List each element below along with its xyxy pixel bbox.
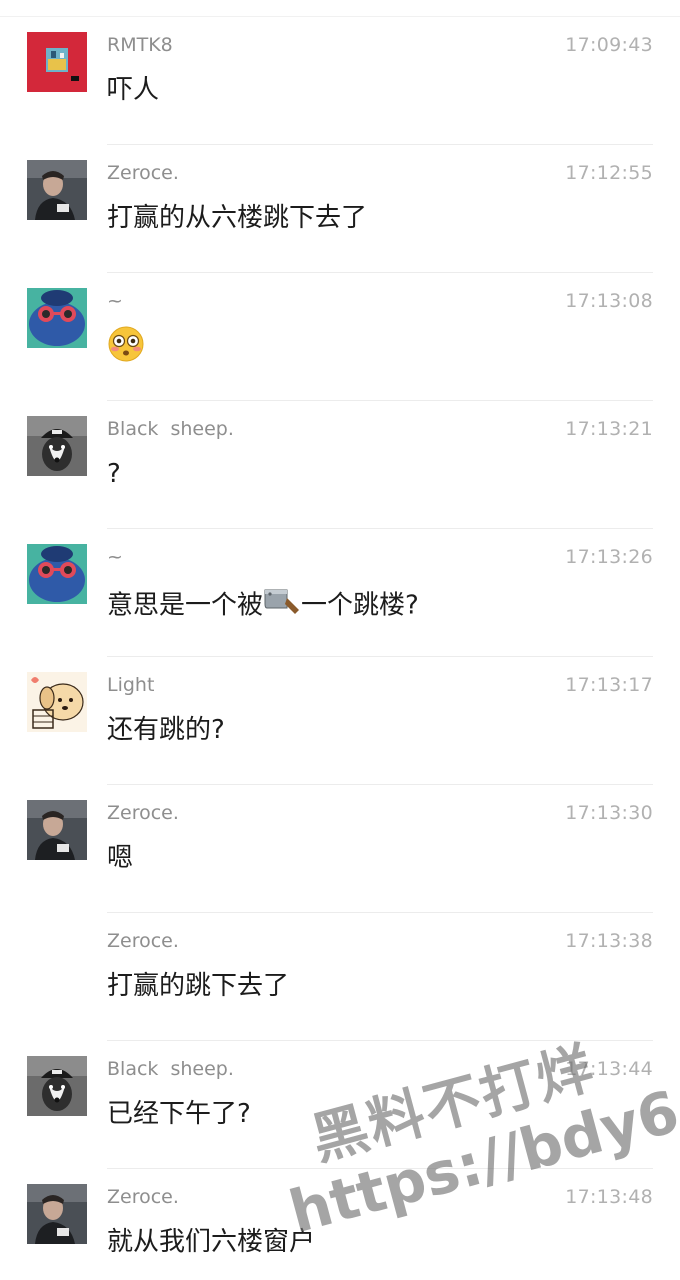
- sender-name: Zeroce.: [107, 930, 179, 952]
- message-text: 吓人: [107, 75, 160, 105]
- sender-name: Zeroce.: [107, 1186, 179, 1208]
- husky-beanie-avatar[interactable]: [27, 1056, 87, 1116]
- message-timestamp: 17:13:30: [565, 802, 653, 824]
- message-text: 就从我们六楼窗户: [107, 1227, 316, 1257]
- man-in-car-avatar[interactable]: [27, 800, 87, 860]
- cleaver-emoji: [263, 584, 301, 628]
- husky-beanie-avatar[interactable]: [27, 416, 87, 476]
- stitch-sunglasses-avatar[interactable]: [27, 288, 87, 348]
- album-cover-avatar[interactable]: [27, 32, 87, 92]
- message-timestamp: 17:09:43: [565, 34, 653, 56]
- sender-name: Black sheep.: [107, 418, 234, 440]
- message-text: ?: [107, 459, 121, 489]
- message-text: 打赢的跳下去了: [107, 971, 290, 1001]
- sender-name: Zeroce.: [107, 162, 179, 184]
- message-text: 还有跳的?: [107, 715, 225, 745]
- message-text: 打赢的从六楼跳下去了: [107, 203, 368, 233]
- message-timestamp: 17:13:48: [565, 1186, 653, 1208]
- sender-name: RMTK8: [107, 34, 173, 56]
- message-timestamp: 17:13:44: [565, 1058, 653, 1080]
- sender-name: ~: [107, 290, 123, 312]
- message-timestamp: 17:13:08: [565, 290, 653, 312]
- message-timestamp: 17:13:26: [565, 546, 653, 568]
- sender-name: Zeroce.: [107, 802, 179, 824]
- stitch-sunglasses-avatar[interactable]: [27, 544, 87, 604]
- sender-name: Black sheep.: [107, 1058, 234, 1080]
- flushed-face-emoji: [107, 325, 145, 373]
- message-text-part: 意思是一个被: [107, 590, 264, 621]
- man-in-car-avatar[interactable]: [27, 160, 87, 220]
- message-timestamp: 17:13:17: [565, 674, 653, 696]
- sender-name: Light: [107, 674, 155, 696]
- man-in-car-avatar[interactable]: [27, 1184, 87, 1244]
- message-timestamp: 17:13:38: [565, 930, 653, 952]
- cartoon-dog-avatar[interactable]: [27, 672, 87, 732]
- chat-message[interactable]: Zeroce. 17:13:48 就从我们六楼窗户: [0, 1169, 680, 1280]
- message-timestamp: 17:12:55: [565, 162, 653, 184]
- message-timestamp: 17:13:21: [565, 418, 653, 440]
- message-text-part: 一个跳楼?: [301, 590, 419, 621]
- chat-message[interactable]: Black sheep. 17:13:21 ?: [0, 401, 680, 529]
- message-text: [107, 325, 145, 373]
- chat-message[interactable]: Zeroce. 17:13:38 打赢的跳下去了: [0, 913, 680, 1041]
- message-text: 已经下午了?: [107, 1099, 251, 1129]
- chat-message[interactable]: Zeroce. 17:13:30 嗯: [0, 785, 680, 913]
- chat-message[interactable]: Light 17:13:17 还有跳的?: [0, 657, 680, 785]
- message-text: 嗯: [107, 843, 134, 873]
- sender-name: ~: [107, 546, 123, 568]
- chat-message[interactable]: ~ 17:13:08: [0, 273, 680, 401]
- chat-message[interactable]: ~ 17:13:26 意思是一个被 一个跳楼?: [0, 529, 680, 657]
- message-text: 意思是一个被 一个跳楼?: [107, 584, 419, 628]
- chat-message[interactable]: Zeroce. 17:12:55 打赢的从六楼跳下去了: [0, 145, 680, 273]
- chat-message[interactable]: RMTK8 17:09:43 吓人: [0, 17, 680, 145]
- chat-message[interactable]: Black sheep. 17:13:44 已经下午了?: [0, 1041, 680, 1169]
